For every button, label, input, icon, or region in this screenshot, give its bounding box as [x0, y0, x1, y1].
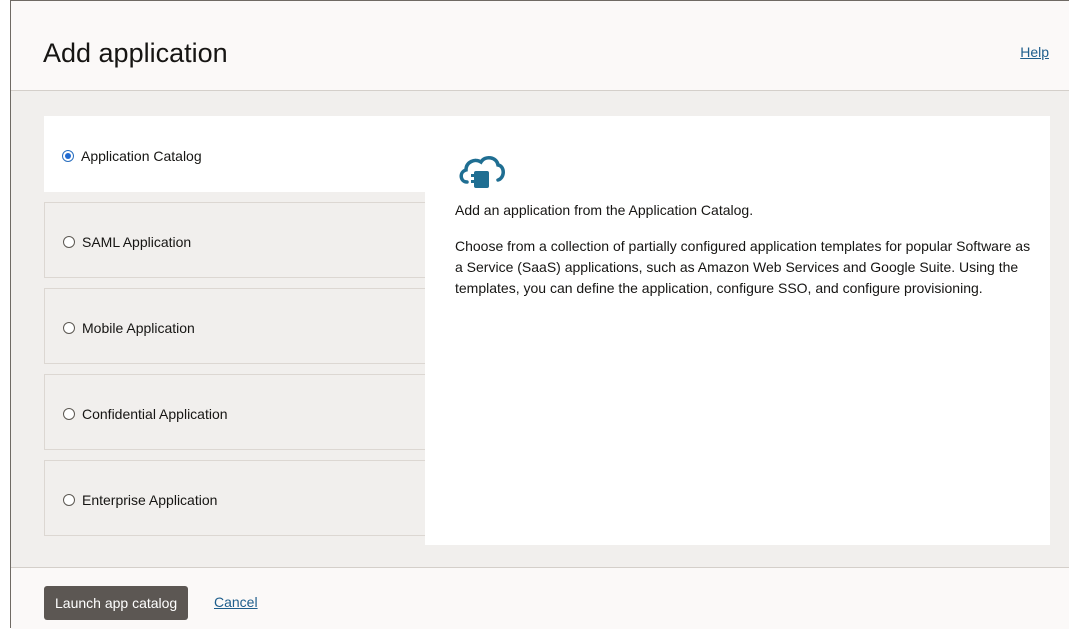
dialog-footer: Launch app catalog Cancel	[11, 567, 1069, 629]
radio-button[interactable]	[63, 236, 75, 248]
background-strip	[0, 0, 10, 628]
cloud-app-icon	[459, 156, 505, 188]
dialog-body: Application Catalog SAML Application Mob…	[11, 91, 1069, 567]
option-label: SAML Application	[82, 234, 192, 250]
add-application-dialog: Add application Help Application Catalog…	[10, 0, 1069, 629]
detail-description: Choose from a collection of partially co…	[455, 238, 1031, 296]
option-label: Enterprise Application	[82, 492, 218, 508]
help-link[interactable]: Help	[1020, 44, 1049, 60]
option-enterprise-application[interactable]: Enterprise Application	[44, 460, 426, 536]
radio-button[interactable]	[63, 408, 75, 420]
option-label: Confidential Application	[82, 406, 228, 422]
radio-button[interactable]	[63, 494, 75, 506]
option-saml-application[interactable]: SAML Application	[44, 202, 426, 278]
option-mobile-application[interactable]: Mobile Application	[44, 288, 426, 364]
option-confidential-application[interactable]: Confidential Application	[44, 374, 426, 450]
option-application-catalog[interactable]: Application Catalog	[44, 116, 426, 192]
radio-button[interactable]	[63, 322, 75, 334]
radio-button-selected[interactable]	[62, 150, 74, 162]
cancel-link[interactable]: Cancel	[214, 594, 258, 610]
detail-heading: Add an application from the Application …	[455, 202, 754, 218]
option-label: Application Catalog	[81, 148, 202, 164]
option-label: Mobile Application	[82, 320, 195, 336]
dialog-title: Add application	[43, 38, 228, 68]
option-detail-panel: Add an application from the Application …	[425, 116, 1050, 545]
dialog-header: Add application Help	[11, 1, 1069, 91]
launch-app-catalog-button[interactable]: Launch app catalog	[44, 586, 189, 620]
